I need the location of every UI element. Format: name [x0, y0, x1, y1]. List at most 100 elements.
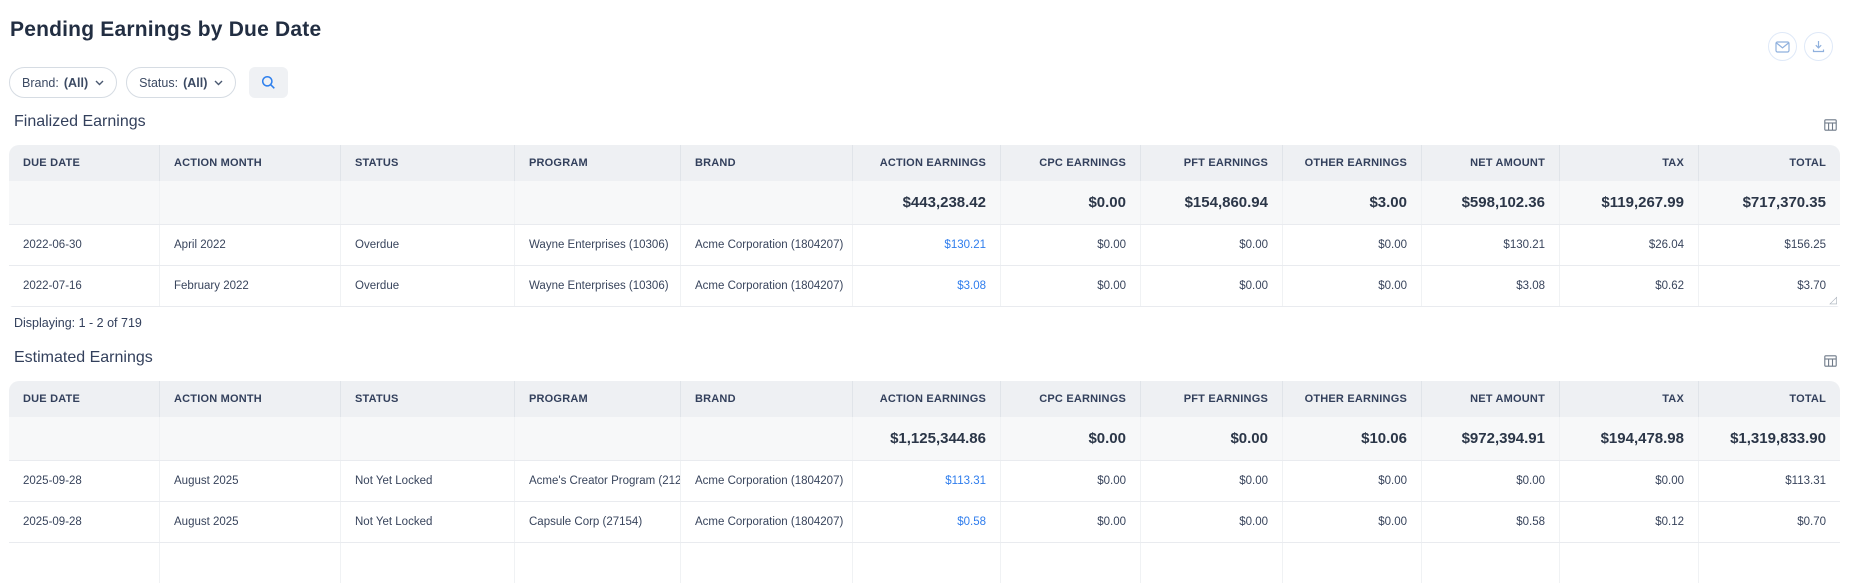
finalized-table-columns-button[interactable]: [1824, 119, 1839, 131]
envelope-icon: [1775, 41, 1790, 53]
column-header-tax[interactable]: TAX: [1559, 145, 1698, 181]
column-header-cpc-earnings[interactable]: CPC EARNINGS: [1000, 381, 1140, 417]
column-header-program[interactable]: PROGRAM: [514, 381, 680, 417]
cell-action-month: February 2022: [159, 266, 340, 306]
page-title: Pending Earnings by Due Date: [10, 18, 1840, 42]
cell-program: Wayne Enterprises (10306): [514, 225, 680, 265]
column-header-action-earnings[interactable]: ACTION EARNINGS: [852, 381, 1000, 417]
email-report-button[interactable]: [1768, 32, 1797, 61]
cell-net-amount: $0.00: [1421, 461, 1559, 501]
totals-pft-earnings: $0.00: [1140, 417, 1282, 460]
cell-action-month: August 2025: [159, 502, 340, 542]
totals-net-amount: $972,394.91: [1421, 417, 1559, 460]
cell-net-amount: $0.58: [1421, 502, 1559, 542]
totals-empty-cell: [340, 181, 514, 224]
cell-pft-earnings: $0.00: [1140, 266, 1282, 306]
cell-pft-earnings: $0.00: [1140, 502, 1282, 542]
column-header-action-month[interactable]: ACTION MONTH: [159, 145, 340, 181]
column-header-net-amount[interactable]: NET AMOUNT: [1421, 381, 1559, 417]
column-header-tax[interactable]: TAX: [1559, 381, 1698, 417]
column-header-pft-earnings[interactable]: PFT EARNINGS: [1140, 145, 1282, 181]
column-header-other-earnings[interactable]: OTHER EARNINGS: [1282, 145, 1421, 181]
cell-program: Capsule Corp (27154): [514, 502, 680, 542]
cell-tax: $26.04: [1559, 225, 1698, 265]
totals-empty-cell: [9, 417, 159, 460]
totals-empty-cell: [680, 181, 852, 224]
search-icon: [261, 75, 276, 90]
cell-program: Wayne Enterprises (10306): [514, 266, 680, 306]
column-header-total[interactable]: TOTAL: [1698, 381, 1840, 417]
table-row-partial: [9, 543, 1840, 583]
totals-empty-cell: [514, 417, 680, 460]
finalized-totals-row: $443,238.42 $0.00 $154,860.94 $3.00 $598…: [9, 181, 1840, 225]
column-header-action-earnings[interactable]: ACTION EARNINGS: [852, 145, 1000, 181]
cell-action-month: August 2025: [159, 461, 340, 501]
cell-action-earnings-link[interactable]: $113.31: [852, 461, 1000, 501]
finalized-header-row: DUE DATE ACTION MONTH STATUS PROGRAM BRA…: [9, 145, 1840, 181]
finalized-earnings-table: DUE DATE ACTION MONTH STATUS PROGRAM BRA…: [9, 145, 1840, 307]
column-header-brand[interactable]: BRAND: [680, 381, 852, 417]
pending-earnings-page: Pending Earnings by Due Date Brand: (All…: [0, 18, 1849, 583]
totals-other-earnings: $3.00: [1282, 181, 1421, 224]
totals-cpc-earnings: $0.00: [1000, 417, 1140, 460]
cell-action-earnings-link[interactable]: $130.21: [852, 225, 1000, 265]
column-header-program[interactable]: PROGRAM: [514, 145, 680, 181]
totals-empty-cell: [159, 181, 340, 224]
cell-other-earnings: $0.00: [1282, 461, 1421, 501]
cell-status: Not Yet Locked: [340, 461, 514, 501]
cell-total: $0.70: [1698, 502, 1840, 542]
cell-total: $156.25: [1698, 225, 1840, 265]
totals-cpc-earnings: $0.00: [1000, 181, 1140, 224]
download-report-button[interactable]: [1804, 32, 1833, 61]
cell-cpc-earnings: $0.00: [1000, 266, 1140, 306]
estimated-earnings-table: DUE DATE ACTION MONTH STATUS PROGRAM BRA…: [9, 381, 1840, 583]
totals-empty-cell: [340, 417, 514, 460]
cell-brand: Acme Corporation (1804207): [680, 266, 852, 306]
estimated-totals-row: $1,125,344.86 $0.00 $0.00 $10.06 $972,39…: [9, 417, 1840, 461]
table-grid-icon: [1824, 355, 1837, 370]
cell-pft-earnings: $0.00: [1140, 461, 1282, 501]
cell-status: Overdue: [340, 266, 514, 306]
cell-action-earnings-link[interactable]: $3.08: [852, 266, 1000, 306]
table-row: 2022-07-16 February 2022 Overdue Wayne E…: [9, 266, 1840, 307]
column-header-net-amount[interactable]: NET AMOUNT: [1421, 145, 1559, 181]
column-header-pft-earnings[interactable]: PFT EARNINGS: [1140, 381, 1282, 417]
cell-net-amount: $130.21: [1421, 225, 1559, 265]
totals-action-earnings: $1,125,344.86: [852, 417, 1000, 460]
cell-total: $113.31: [1698, 461, 1840, 501]
estimated-table-columns-button[interactable]: [1824, 355, 1839, 367]
search-button[interactable]: [249, 67, 288, 98]
brand-filter-dropdown[interactable]: Brand: (All): [9, 67, 117, 98]
column-header-status[interactable]: STATUS: [340, 381, 514, 417]
cell-other-earnings: $0.00: [1282, 225, 1421, 265]
estimated-earnings-title: Estimated Earnings: [14, 349, 153, 367]
finalized-earnings-section-head: Finalized Earnings: [14, 113, 1839, 131]
column-header-action-month[interactable]: ACTION MONTH: [159, 381, 340, 417]
chevron-down-icon: [212, 80, 223, 86]
cell-tax: $0.12: [1559, 502, 1698, 542]
cell-action-earnings-link[interactable]: $0.58: [852, 502, 1000, 542]
totals-empty-cell: [680, 417, 852, 460]
totals-empty-cell: [514, 181, 680, 224]
totals-action-earnings: $443,238.42: [852, 181, 1000, 224]
estimated-header-row: DUE DATE ACTION MONTH STATUS PROGRAM BRA…: [9, 381, 1840, 417]
column-header-status[interactable]: STATUS: [340, 145, 514, 181]
totals-other-earnings: $10.06: [1282, 417, 1421, 460]
totals-empty-cell: [9, 181, 159, 224]
table-row: 2025-09-28 August 2025 Not Yet Locked Ca…: [9, 502, 1840, 543]
column-header-cpc-earnings[interactable]: CPC EARNINGS: [1000, 145, 1140, 181]
cell-tax: $0.00: [1559, 461, 1698, 501]
column-header-due-date[interactable]: DUE DATE: [9, 145, 159, 181]
totals-tax: $194,478.98: [1559, 417, 1698, 460]
status-filter-label: Status:: [139, 76, 178, 90]
resize-corner-icon[interactable]: ◿: [1829, 296, 1837, 306]
column-header-other-earnings[interactable]: OTHER EARNINGS: [1282, 381, 1421, 417]
pagination-status: Displaying: 1 - 2 of 719: [14, 316, 1840, 330]
column-header-total[interactable]: TOTAL: [1698, 145, 1840, 181]
cell-cpc-earnings: $0.00: [1000, 502, 1140, 542]
cell-brand: Acme Corporation (1804207): [680, 502, 852, 542]
status-filter-dropdown[interactable]: Status: (All): [126, 67, 236, 98]
column-header-due-date[interactable]: DUE DATE: [9, 381, 159, 417]
cell-brand: Acme Corporation (1804207): [680, 225, 852, 265]
column-header-brand[interactable]: BRAND: [680, 145, 852, 181]
